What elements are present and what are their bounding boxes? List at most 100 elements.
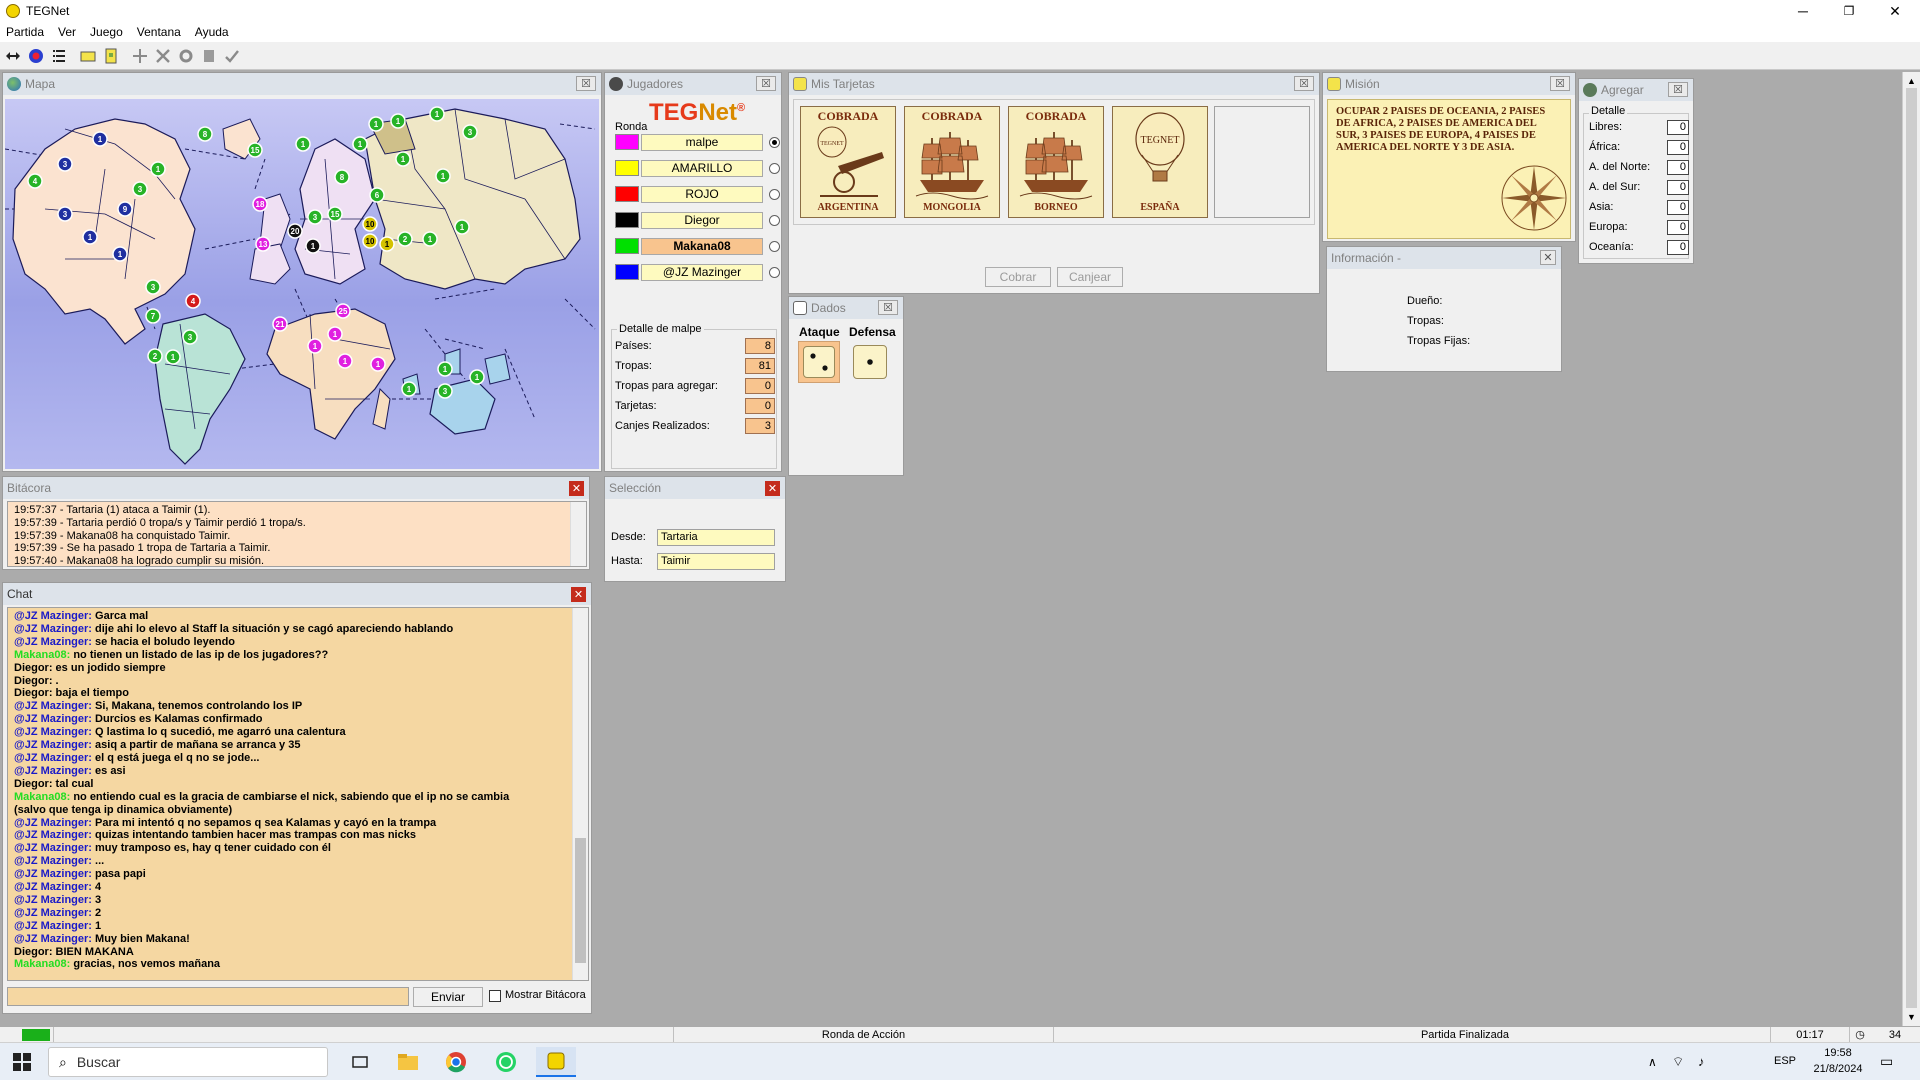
cards-icon[interactable] [77, 45, 99, 67]
menu-ayuda[interactable]: Ayuda [195, 25, 229, 39]
troop-marker[interactable]: 8 [197, 126, 213, 142]
troop-marker[interactable]: 1 [327, 326, 343, 342]
tray-language[interactable]: ESP [1774, 1055, 1796, 1067]
minimize-button[interactable]: ─ [1780, 0, 1826, 22]
to-field[interactable]: Taimir [657, 553, 775, 570]
start-game-icon[interactable] [25, 45, 47, 67]
tray-chevron-icon[interactable]: ∧ [1648, 1055, 1657, 1069]
add-troops-icon[interactable] [129, 45, 151, 67]
troop-marker[interactable]: 4 [185, 293, 201, 309]
troop-marker[interactable]: 1 [112, 246, 128, 262]
player-radio[interactable] [769, 266, 780, 278]
show-log-checkbox[interactable] [489, 990, 501, 1002]
canjear-button[interactable]: Canjear [1057, 267, 1123, 287]
send-button[interactable]: Enviar [413, 987, 483, 1007]
troop-marker[interactable]: 20 [287, 223, 303, 239]
mdi-scroll-thumb[interactable] [1906, 88, 1917, 1008]
tray-network-icon[interactable]: ⌔ [1672, 1054, 1684, 1070]
troop-marker[interactable]: 1 [352, 136, 368, 152]
chat-scroll-thumb[interactable] [575, 838, 586, 963]
troop-marker[interactable]: 10 [362, 216, 378, 232]
menu-ventana[interactable]: Ventana [137, 25, 181, 39]
close-log-button[interactable]: ✕ [569, 481, 584, 496]
troop-marker[interactable]: 1 [390, 113, 406, 129]
troop-marker[interactable]: 13 [255, 236, 271, 252]
player-radio[interactable] [769, 162, 780, 174]
whatsapp-icon[interactable] [486, 1047, 526, 1077]
close-mission-button[interactable]: ☒ [1550, 76, 1570, 91]
troop-marker[interactable]: 1 [82, 229, 98, 245]
menu-ver[interactable]: Ver [58, 25, 76, 39]
scroll-down-icon[interactable]: ▼ [1903, 1012, 1920, 1022]
troop-marker[interactable]: 1 [337, 353, 353, 369]
player-row[interactable]: ROJO [615, 185, 780, 203]
player-radio[interactable] [769, 214, 780, 226]
chat-scrollbar[interactable] [572, 608, 588, 980]
notifications-icon[interactable]: ▭ [1880, 1053, 1893, 1070]
troop-marker[interactable]: 2 [147, 348, 163, 364]
player-radio[interactable] [769, 188, 780, 200]
player-row[interactable]: @JZ Mazinger [615, 263, 780, 281]
troop-marker[interactable]: 3 [57, 206, 73, 222]
player-row[interactable]: AMARILLO [615, 159, 780, 177]
troop-marker[interactable]: 1 [429, 106, 445, 122]
tray-volume-icon[interactable]: ♪ [1698, 1054, 1705, 1069]
player-row[interactable]: Diegor [615, 211, 780, 229]
territory-card[interactable]: TEGNET ESPAÑA [1112, 106, 1208, 218]
cobrar-button[interactable]: Cobrar [985, 267, 1051, 287]
get-card-icon[interactable] [198, 45, 220, 67]
close-dice-button[interactable]: ☒ [878, 300, 898, 315]
player-row[interactable]: malpe [615, 133, 780, 151]
troop-marker[interactable]: 3 [132, 181, 148, 197]
troop-marker[interactable]: 2 [397, 231, 413, 247]
troop-marker[interactable]: 1 [295, 136, 311, 152]
troop-marker[interactable]: 1 [150, 161, 166, 177]
troop-marker[interactable]: 1 [395, 151, 411, 167]
troop-marker[interactable]: 1 [368, 116, 384, 132]
troop-marker[interactable]: 3 [437, 383, 453, 399]
troop-marker[interactable]: 1 [437, 361, 453, 377]
troop-marker[interactable]: 6 [369, 187, 385, 203]
troop-marker[interactable]: 15 [247, 142, 263, 158]
regroup-icon[interactable] [175, 45, 197, 67]
close-info-button[interactable]: ✕ [1540, 250, 1556, 265]
close-chat-button[interactable]: ✕ [571, 587, 586, 602]
close-button[interactable]: ✕ [1872, 0, 1918, 22]
troop-marker[interactable]: 1 [379, 236, 395, 252]
player-radio[interactable] [769, 136, 780, 148]
tray-time[interactable]: 19:58 [1808, 1047, 1868, 1059]
from-field[interactable]: Tartaria [657, 529, 775, 546]
close-agregar-button[interactable]: ☒ [1668, 82, 1688, 97]
mission-icon[interactable] [100, 45, 122, 67]
tegnet-taskbar-icon[interactable] [536, 1047, 576, 1077]
troop-marker[interactable]: 21 [272, 316, 288, 332]
troop-marker[interactable]: 3 [182, 329, 198, 345]
territory-card[interactable]: COBRADA MONGOLIA [904, 106, 1000, 218]
log-scrollbar[interactable] [570, 502, 586, 566]
troop-marker[interactable]: 7 [145, 308, 161, 324]
maximize-button[interactable]: ❐ [1826, 0, 1872, 22]
troop-marker[interactable]: 10 [362, 233, 378, 249]
taskbar-search[interactable]: ⌕ Buscar [48, 1047, 328, 1077]
chat-input[interactable] [7, 987, 409, 1006]
tray-date[interactable]: 21/8/2024 [1808, 1063, 1868, 1075]
troop-marker[interactable]: 1 [370, 356, 386, 372]
player-row[interactable]: Makana08 [615, 237, 780, 255]
troop-marker[interactable]: 3 [145, 279, 161, 295]
troop-marker[interactable]: 1 [454, 219, 470, 235]
troop-marker[interactable]: 3 [307, 209, 323, 225]
troop-marker[interactable]: 1 [92, 131, 108, 147]
connect-icon[interactable] [2, 45, 24, 67]
troop-marker[interactable]: 3 [462, 124, 478, 140]
troop-marker[interactable]: 1 [401, 381, 417, 397]
menu-partida[interactable]: Partida [6, 25, 44, 39]
troop-marker[interactable]: 15 [327, 206, 343, 222]
close-cards-button[interactable]: ☒ [1294, 76, 1314, 91]
chrome-icon[interactable] [436, 1047, 476, 1077]
troop-marker[interactable]: 3 [57, 156, 73, 172]
task-view-icon[interactable] [340, 1047, 380, 1077]
attack-icon[interactable] [152, 45, 174, 67]
close-players-button[interactable]: ☒ [756, 76, 776, 91]
troop-marker[interactable]: 9 [117, 201, 133, 217]
scroll-up-icon[interactable]: ▲ [1903, 76, 1920, 86]
